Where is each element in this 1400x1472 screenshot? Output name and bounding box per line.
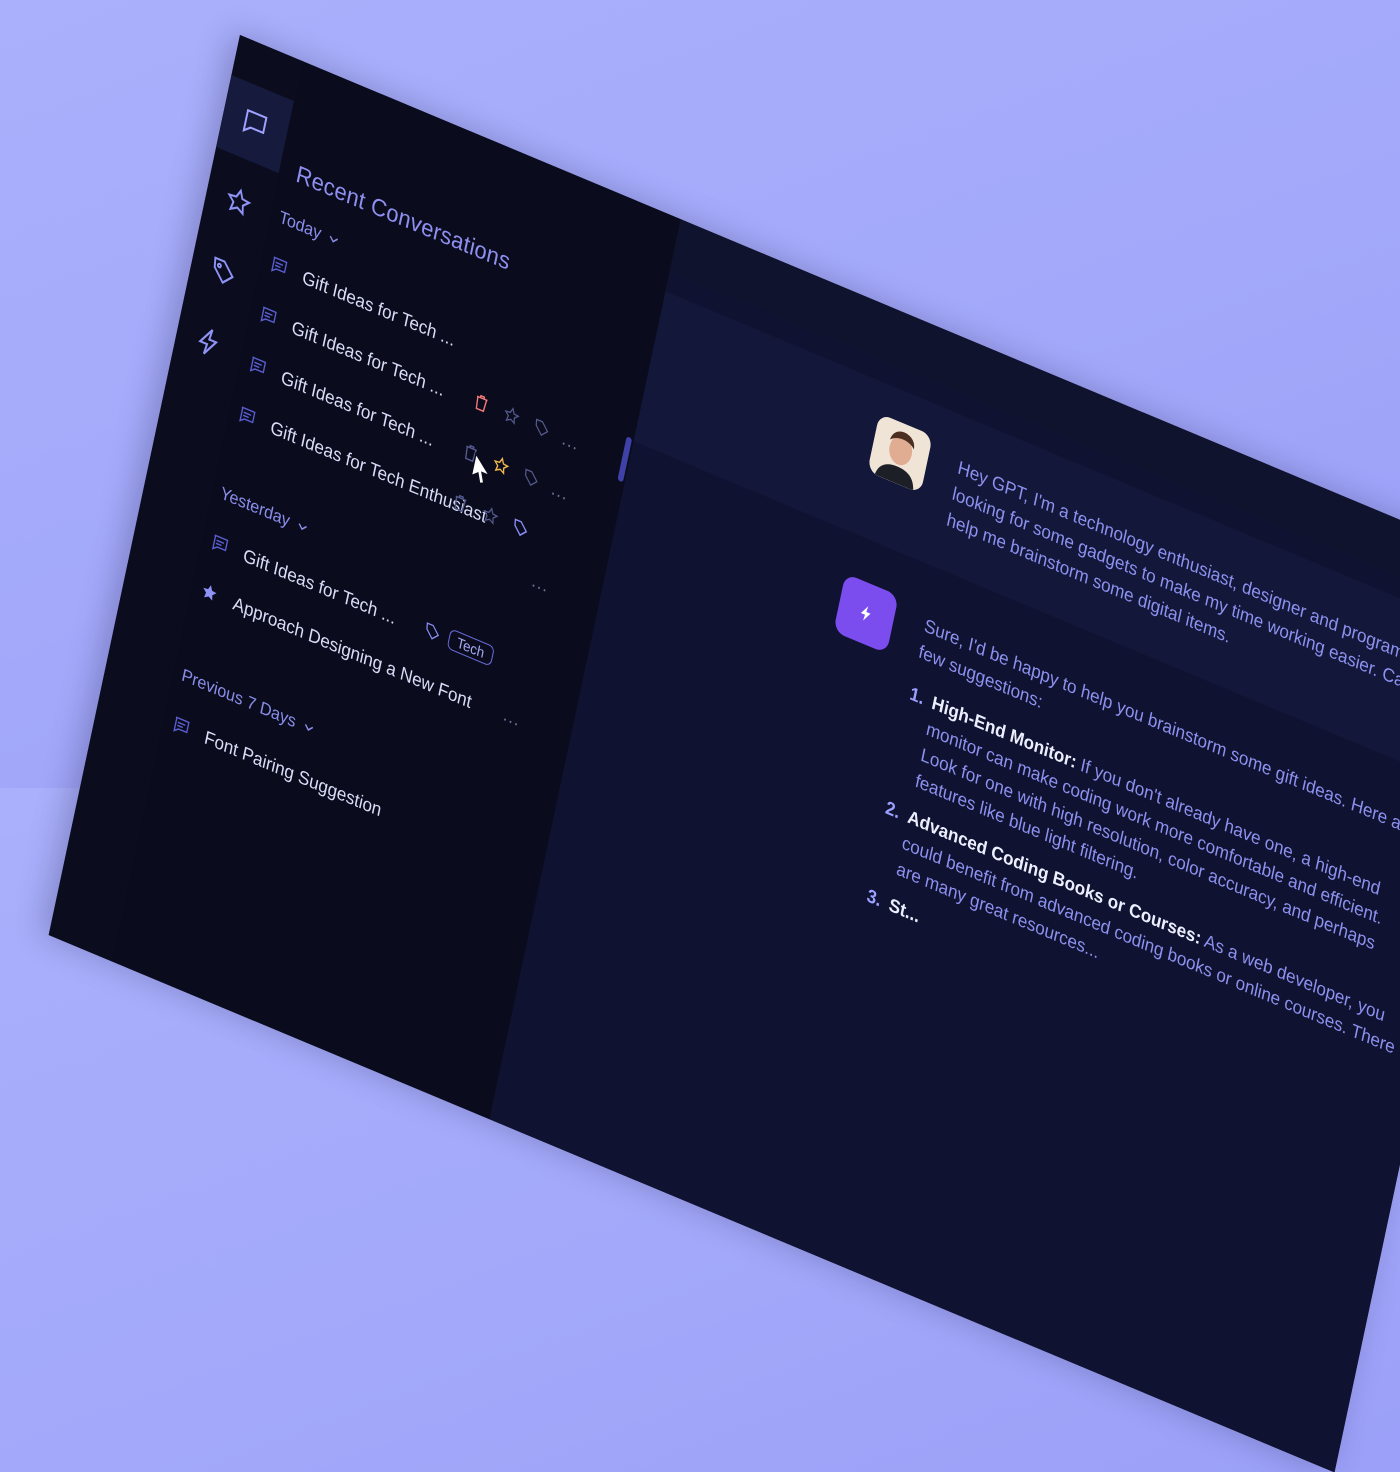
message-icon — [271, 256, 288, 274]
panel-title: Recent Conversations — [293, 160, 513, 276]
group-yesterday-toggle[interactable]: Yesterday — [219, 483, 310, 539]
conversation-actions — [471, 390, 553, 442]
trash-icon[interactable] — [471, 390, 492, 416]
rail-tags-button[interactable] — [196, 239, 250, 305]
more-options-button[interactable]: ... — [560, 428, 581, 456]
group-label: Yesterday — [218, 482, 292, 531]
more-options-button[interactable]: ... — [549, 478, 571, 506]
conversation-actions: Tech — [422, 618, 495, 667]
user-avatar — [867, 413, 933, 494]
conversation-item[interactable]: Font Pairing Suggestion — [169, 709, 524, 883]
message-icon — [260, 306, 277, 324]
star-filled-icon — [203, 585, 217, 601]
chevron-down-icon — [304, 723, 313, 731]
rail-favorites-button[interactable] — [211, 169, 265, 235]
more-options-button[interactable]: ... — [530, 570, 551, 598]
message-icon — [211, 534, 229, 552]
chevron-down-icon — [298, 523, 307, 531]
message-icon — [249, 356, 267, 374]
more-options-button[interactable]: ... — [501, 704, 523, 732]
tag-icon[interactable] — [531, 415, 552, 441]
tag-icon[interactable] — [520, 465, 541, 491]
star-icon[interactable] — [501, 403, 522, 429]
app-window: Recent Conversations Today Gift Ideas fo… — [48, 35, 1400, 1472]
suggestion-number: 1. — [908, 682, 927, 709]
message-icon — [173, 716, 190, 734]
tag-badge[interactable]: Tech — [446, 628, 495, 667]
tags-icon — [213, 256, 234, 284]
rail-prompts-button[interactable] — [182, 309, 236, 375]
assistant-avatar — [833, 573, 899, 654]
suggestion-number: 2. — [883, 796, 902, 823]
tag-icon[interactable] — [510, 515, 531, 541]
group-today-toggle[interactable]: Today — [277, 207, 341, 252]
suggestion-title: St... — [887, 894, 922, 927]
tag-icon[interactable] — [422, 618, 443, 644]
conversation-title: Font Pairing Suggestion — [202, 726, 384, 821]
message-icon — [239, 406, 256, 424]
bolt-icon — [198, 329, 219, 355]
chat-bubble-icon — [242, 108, 268, 135]
bolt-icon — [860, 606, 871, 621]
user-photo-icon — [867, 413, 933, 494]
group-label: Today — [277, 206, 324, 244]
chevron-down-icon — [330, 235, 339, 243]
star-icon — [227, 188, 252, 217]
suggestion-number: 3. — [865, 884, 884, 911]
